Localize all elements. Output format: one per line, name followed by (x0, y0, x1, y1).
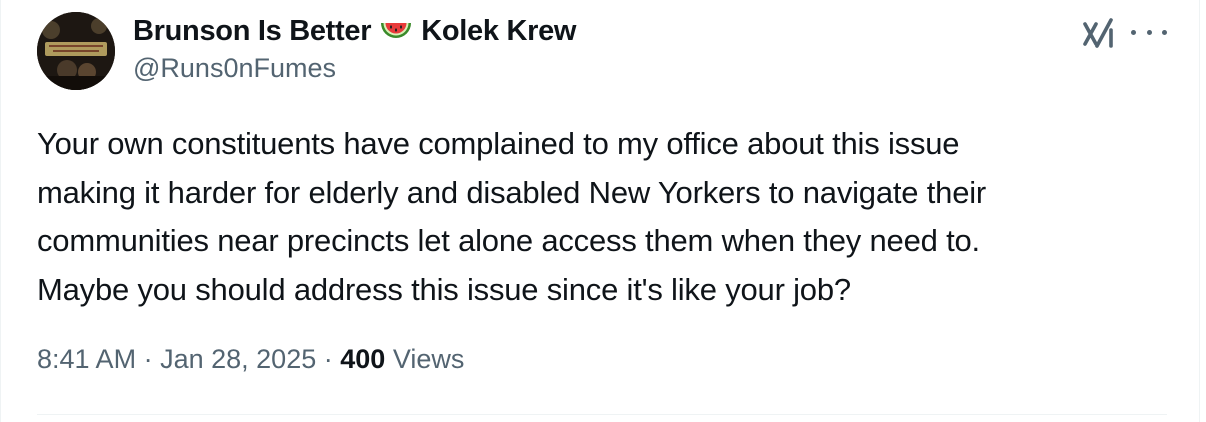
more-options-icon[interactable] (1131, 18, 1167, 46)
profile-photo (37, 12, 115, 90)
views-label: Views (392, 344, 465, 374)
tweet-text-line: Your own constituents have complained to… (37, 126, 960, 161)
user-handle[interactable]: @Runs0nFumes (133, 53, 576, 84)
display-name[interactable]: Brunson Is Better Kolek Krew (133, 11, 576, 51)
divider (37, 414, 1167, 415)
display-name-part1: Brunson Is Better (133, 14, 372, 47)
tweet-meta: 8:41 AM · Jan 28, 2025 · 400 Views (37, 344, 464, 375)
timestamp[interactable]: 8:41 AM (37, 344, 136, 374)
watermelon-emoji-icon (379, 17, 413, 45)
views-count: 400 (340, 344, 386, 374)
avatar[interactable] (37, 12, 115, 90)
date[interactable]: Jan 28, 2025 (160, 344, 316, 374)
separator: · (323, 344, 333, 374)
tweet-text-line: communities near precincts let alone acc… (37, 223, 980, 258)
dot (1146, 29, 1152, 35)
tweet-text: Your own constituents have complained to… (37, 120, 1167, 314)
separator: · (143, 344, 153, 374)
grok-icon[interactable] (1081, 16, 1115, 50)
tweet-text-line: making it harder for elderly and disable… (37, 174, 987, 210)
tweet-text-line: Maybe you should address this issue sinc… (37, 271, 851, 307)
dot (1162, 29, 1167, 35)
tweet-card: Brunson Is Better Kolek Krew @Runs0nFume… (0, 0, 1200, 422)
dot (1131, 29, 1136, 35)
display-name-part2: Kolek Krew (421, 14, 577, 47)
tweet-header: Brunson Is Better Kolek Krew @Runs0nFume… (133, 11, 576, 84)
